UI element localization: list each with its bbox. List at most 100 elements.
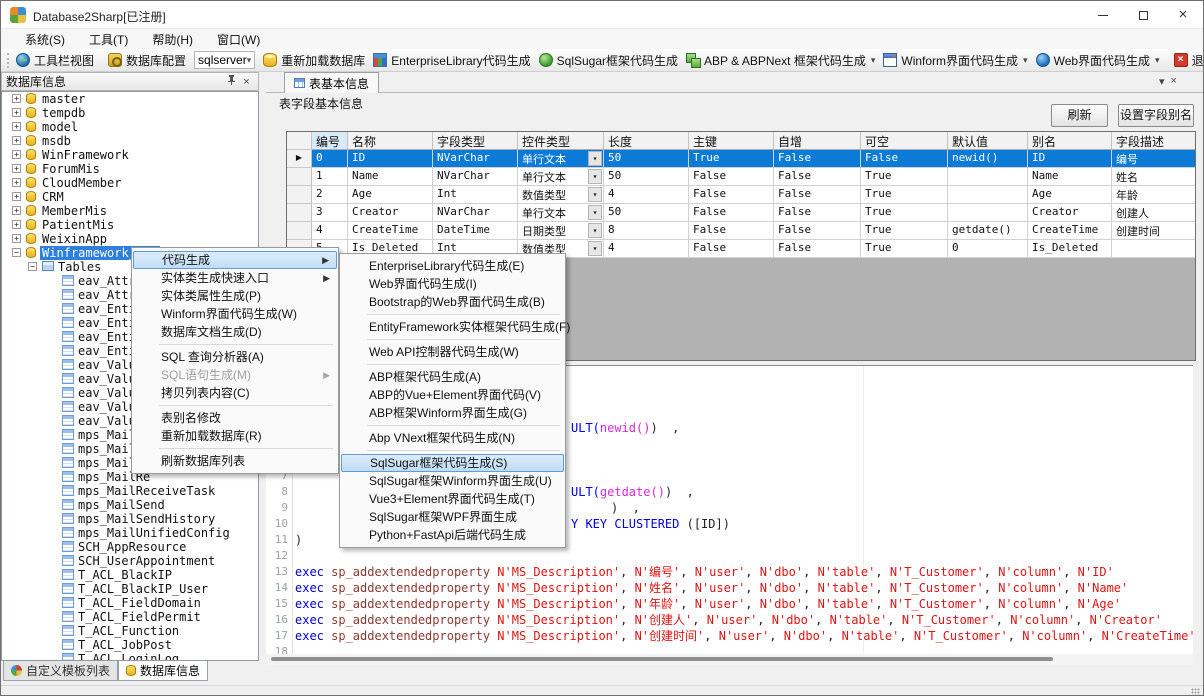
grid-cell[interactable]: True — [861, 204, 948, 222]
cell-combo-dropdown-icon[interactable]: ▾ — [588, 223, 602, 238]
expand-plus-icon[interactable]: + — [12, 108, 21, 117]
tree-item[interactable]: SCH_UserAppointment — [2, 554, 258, 568]
menu-item[interactable]: 数据库文档生成(D) — [133, 323, 337, 341]
grid-cell[interactable]: 单行文本▾ — [518, 204, 604, 222]
grid-cell[interactable]: False — [774, 222, 861, 240]
grid-cell[interactable]: 0 — [948, 240, 1028, 258]
grid-cell[interactable]: False — [689, 186, 774, 204]
expand-plus-icon[interactable]: + — [12, 136, 21, 145]
menu-item[interactable]: Abp VNext框架代码生成(N) — [341, 429, 564, 447]
tree-item[interactable]: +WinFramework — [2, 148, 258, 162]
grid-cell[interactable]: False — [774, 168, 861, 186]
grid-column-header[interactable]: 主键 — [689, 132, 774, 150]
menu-item[interactable]: ABP框架Winform界面生成(G) — [341, 404, 564, 422]
expand-plus-icon[interactable]: + — [12, 150, 21, 159]
tree-item[interactable]: +PatientMis — [2, 218, 258, 232]
grid-cell[interactable]: DateTime — [433, 222, 518, 240]
grid-cell[interactable]: Creator — [348, 204, 433, 222]
tree-item[interactable]: +CloudMember — [2, 176, 258, 190]
menu-item[interactable]: SqlSugar框架Winform界面生成(U) — [341, 472, 564, 490]
menu-item[interactable]: 实体类属性生成(P) — [133, 287, 337, 305]
expand-plus-icon[interactable]: + — [12, 178, 21, 187]
table-row[interactable]: 4CreateTimeDateTime日期类型▾8FalseFalseTrueg… — [287, 222, 1195, 240]
toolbar-button[interactable]: SqlSugar框架代码生成 — [535, 50, 682, 71]
expand-plus-icon[interactable]: + — [12, 206, 21, 215]
grid-cell[interactable]: Age — [1028, 186, 1112, 204]
row-header-cell[interactable] — [287, 222, 312, 240]
menu-item[interactable]: 拷贝列表内容(C) — [133, 384, 337, 402]
grid-cell[interactable]: False — [689, 222, 774, 240]
grid-cell[interactable]: 姓名 — [1112, 168, 1196, 186]
grid-cell[interactable]: False — [774, 240, 861, 258]
grid-cell[interactable] — [948, 186, 1028, 204]
grid-column-header[interactable]: 长度 — [604, 132, 689, 150]
table-row[interactable]: 2AgeInt数值类型▾4FalseFalseTrueAge年龄 — [287, 186, 1195, 204]
grid-cell[interactable]: Int — [433, 186, 518, 204]
grid-cell[interactable]: 数值类型▾ — [518, 186, 604, 204]
toolbar-button[interactable]: Web界面代码生成▾ — [1032, 50, 1164, 71]
menubar-item[interactable]: 帮助(H) — [140, 29, 205, 50]
row-header-cell[interactable] — [287, 168, 312, 186]
tree-item[interactable]: T_ACL_FieldDomain — [2, 596, 258, 610]
grid-cell[interactable]: True — [861, 222, 948, 240]
menu-item[interactable]: 代码生成▶ — [133, 251, 337, 269]
cell-combo-dropdown-icon[interactable]: ▾ — [588, 187, 602, 202]
toolbar-button[interactable]: ×退出 — [1170, 50, 1204, 71]
grid-cell[interactable]: newid() — [948, 150, 1028, 168]
expand-plus-icon[interactable]: + — [12, 164, 21, 173]
menubar-item[interactable]: 窗口(W) — [205, 29, 272, 50]
row-header-cell[interactable]: ▶ — [287, 150, 312, 168]
menu-item[interactable]: 刷新数据库列表 — [133, 452, 337, 470]
grid-cell[interactable]: ID — [1028, 150, 1112, 168]
cell-combo-dropdown-icon[interactable]: ▾ — [588, 205, 602, 220]
expand-plus-icon[interactable]: + — [12, 94, 21, 103]
menu-item[interactable]: ABP的Vue+Element界面代码(V) — [341, 386, 564, 404]
grid-cell[interactable]: 编号 — [1112, 150, 1196, 168]
menu-item[interactable]: SQL 查询分析器(A) — [133, 348, 337, 366]
tree-item[interactable]: T_ACL_BlackIP_User — [2, 582, 258, 596]
grid-cell[interactable]: False — [774, 186, 861, 204]
expand-plus-icon[interactable]: + — [12, 234, 21, 243]
grid-cell[interactable] — [948, 204, 1028, 222]
toolbar-button[interactable]: 重新加载数据库 — [259, 50, 369, 71]
menu-item[interactable]: 表别名修改 — [133, 409, 337, 427]
grid-cell[interactable]: 1 — [312, 168, 348, 186]
grid-cell[interactable]: NVarChar — [433, 168, 518, 186]
grid-cell[interactable]: 日期类型▾ — [518, 222, 604, 240]
menubar-item[interactable]: 系统(S) — [13, 29, 77, 50]
cell-combo-dropdown-icon[interactable]: ▾ — [588, 241, 602, 256]
collapse-minus-icon[interactable]: − — [28, 262, 37, 271]
expand-plus-icon[interactable]: + — [12, 122, 21, 131]
grid-cell[interactable]: Creator — [1028, 204, 1112, 222]
menu-item[interactable]: Python+FastApi后端代码生成 — [341, 526, 564, 544]
menu-item[interactable]: Vue3+Element界面代码生成(T) — [341, 490, 564, 508]
tree-item[interactable]: +model — [2, 120, 258, 134]
menu-item[interactable]: Web界面代码生成(I) — [341, 275, 564, 293]
tree-item[interactable]: mps_MailReceiveTask — [2, 484, 258, 498]
cell-combo-dropdown-icon[interactable]: ▾ — [588, 169, 602, 184]
menu-item[interactable]: 重新加载数据库(R) — [133, 427, 337, 445]
doc-dropdown-icon[interactable]: ▾ — [1159, 75, 1165, 88]
tree-item[interactable]: +tempdb — [2, 106, 258, 120]
tree-item[interactable]: T_ACL_JobPost — [2, 638, 258, 652]
grid-cell[interactable]: NVarChar — [433, 204, 518, 222]
set-field-alias-button[interactable]: 设置字段别名 — [1118, 104, 1194, 127]
menu-item[interactable]: Web API控制器代码生成(W) — [341, 343, 564, 361]
menu-item[interactable]: EntityFramework实体框架代码生成(F) — [341, 318, 564, 336]
tree-item[interactable]: +master — [2, 92, 258, 106]
grid-cell[interactable]: False — [689, 168, 774, 186]
tree-item[interactable]: +CRM — [2, 190, 258, 204]
grid-cell[interactable]: Name — [348, 168, 433, 186]
grid-cell[interactable]: 4 — [604, 186, 689, 204]
grid-column-header[interactable]: 别名 — [1028, 132, 1112, 150]
tree-item[interactable]: +msdb — [2, 134, 258, 148]
grid-cell[interactable]: 50 — [604, 204, 689, 222]
grid-cell[interactable]: 单行文本▾ — [518, 150, 604, 168]
grid-cell[interactable]: 0 — [312, 150, 348, 168]
grid-cell[interactable]: 单行文本▾ — [518, 168, 604, 186]
grid-column-header[interactable]: 字段类型 — [433, 132, 518, 150]
grid-cell[interactable]: False — [861, 150, 948, 168]
resize-grip-icon[interactable] — [1191, 688, 1200, 696]
pin-icon[interactable] — [224, 75, 239, 88]
tree-item[interactable]: SCH_AppResource — [2, 540, 258, 554]
